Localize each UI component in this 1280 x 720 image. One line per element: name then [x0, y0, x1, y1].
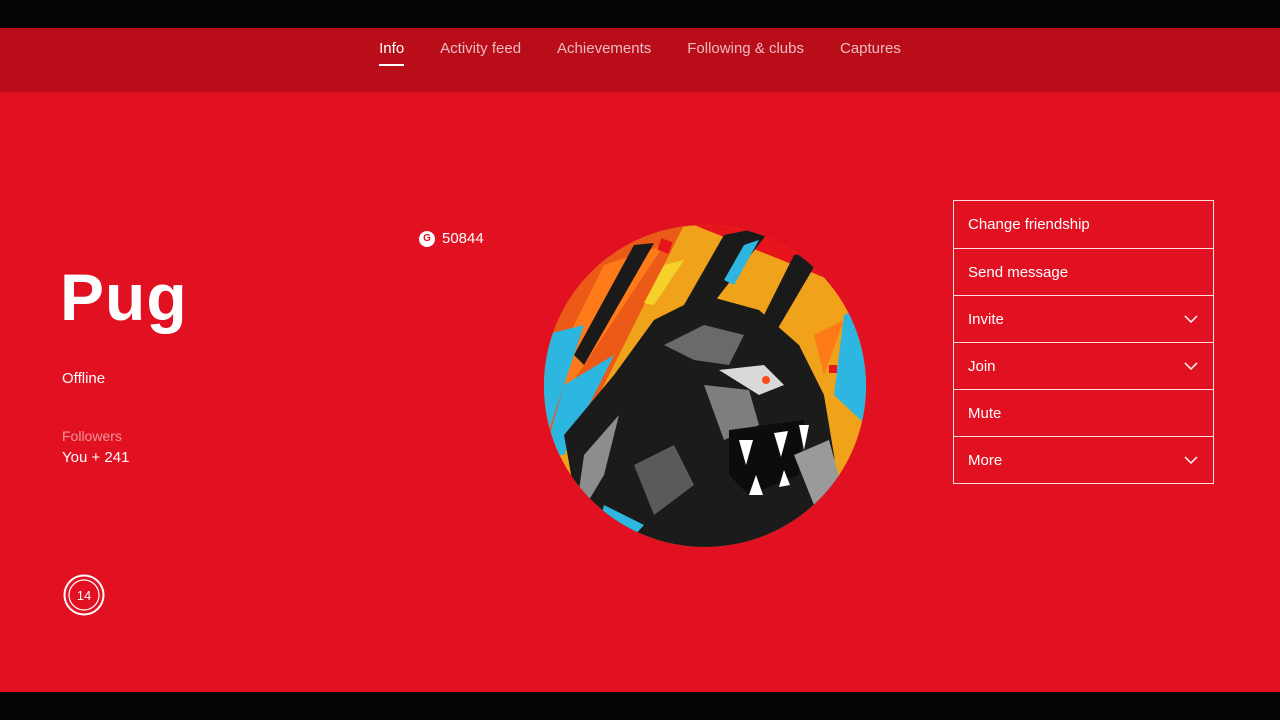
more-button[interactable]: More [953, 437, 1214, 484]
send-message-label: Send message [968, 263, 1069, 281]
online-status: Offline [62, 370, 106, 387]
gamerpic-avatar [544, 225, 866, 547]
chevron-down-icon [1184, 315, 1198, 324]
send-message-button[interactable]: Send message [953, 249, 1214, 296]
change-friendship-label: Change friendship [968, 216, 1090, 233]
invite-label: Invite [968, 310, 1004, 328]
top-navigation-bar: Info Activity feed Achievements Followin… [0, 28, 1280, 92]
followers-label: Followers [62, 428, 122, 444]
tab-captures[interactable]: Captures [840, 28, 901, 92]
profile-tabs: Info Activity feed Achievements Followin… [0, 28, 1280, 92]
change-friendship-button[interactable]: Change friendship [953, 200, 1214, 249]
more-label: More [968, 451, 1003, 469]
chevron-down-icon [1184, 456, 1198, 465]
tab-info[interactable]: Info [379, 28, 405, 92]
mute-label: Mute [968, 404, 1002, 422]
letterbox-top [0, 0, 1280, 28]
tab-following-clubs[interactable]: Following & clubs [687, 28, 804, 92]
profile-actions-menu: Change friendship Send message Invite Jo… [953, 200, 1214, 484]
join-button[interactable]: Join [953, 343, 1214, 390]
gamerscore: G 50844 [419, 230, 484, 247]
invite-button[interactable]: Invite [953, 296, 1214, 343]
tab-achievements[interactable]: Achievements [557, 28, 651, 92]
gorilla-gamerpic-icon [544, 225, 866, 547]
mute-button[interactable]: Mute [953, 390, 1214, 437]
profile-screen: Info Activity feed Achievements Followin… [0, 28, 1280, 692]
tab-activity-feed[interactable]: Activity feed [440, 28, 521, 92]
gamertag: Pug [60, 260, 188, 334]
join-label: Join [968, 357, 996, 375]
followers-count: You + 241 [62, 449, 130, 466]
reputation-badge-icon: 14 [63, 574, 105, 616]
gamerscore-value: 50844 [442, 230, 484, 247]
gamerscore-icon: G [419, 230, 435, 247]
letterbox-bottom [0, 692, 1280, 720]
chevron-down-icon [1184, 362, 1198, 371]
reputation-level: 14 [77, 588, 91, 603]
